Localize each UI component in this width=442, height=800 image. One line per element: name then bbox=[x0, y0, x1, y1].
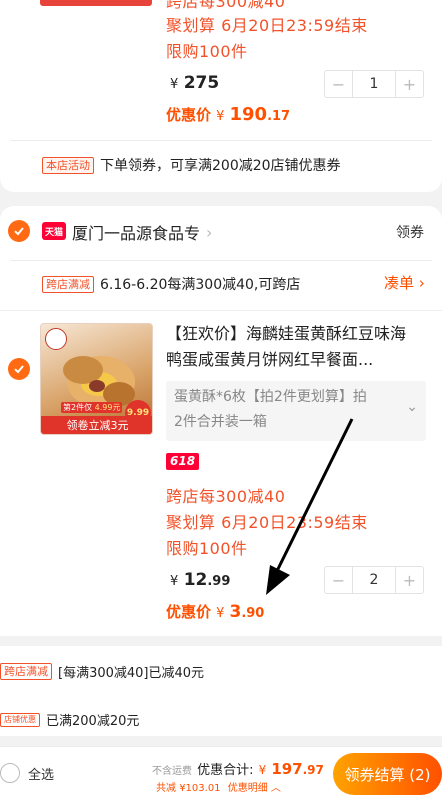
sku-text: 蛋黄酥*6枚【拍2件更划算】拍2件合并装一箱 bbox=[174, 389, 367, 430]
promo-cross-store: 跨店每300减40 bbox=[166, 487, 286, 506]
shipping-note: 不含运费 bbox=[152, 766, 192, 777]
discount-price: 优惠价 ¥ 190.17 bbox=[166, 104, 290, 125]
discount-label: 优惠价 bbox=[166, 603, 212, 621]
discount-int: 190 bbox=[229, 104, 268, 125]
select-all-label: 全选 bbox=[28, 767, 55, 783]
checkmark-icon bbox=[14, 365, 24, 374]
thumb-second-label: 第2件仅 bbox=[63, 403, 93, 412]
discount-dec: .90 bbox=[241, 606, 265, 621]
total-int: 197 bbox=[271, 760, 303, 778]
store-activity-tag: 本店活动 bbox=[42, 156, 94, 174]
item-checkbox[interactable] bbox=[8, 358, 30, 380]
store-activity-text: 下单领券，可享满200减20店铺优惠券 bbox=[100, 158, 341, 174]
divider bbox=[10, 140, 432, 141]
tmall-badge-text: 天猫 bbox=[44, 227, 63, 238]
purchase-limit: 限购100件 bbox=[166, 539, 248, 558]
total-row: 不含运费 优惠合计: ¥ 197.97 bbox=[152, 759, 324, 778]
discount-symbol: ¥ bbox=[216, 606, 225, 621]
select-all-checkbox[interactable] bbox=[0, 763, 20, 783]
store-coupon-link[interactable]: 领券 bbox=[396, 222, 424, 242]
quantity-stepper[interactable]: − 2 + bbox=[324, 566, 424, 594]
summary-store-text: 已满200减20元 bbox=[46, 714, 140, 729]
discount-detail-link[interactable]: 共减 ¥103.01 优惠明细 ︿ bbox=[156, 779, 281, 794]
discount-symbol: ¥ bbox=[216, 109, 225, 124]
add-on-label: 凑单 bbox=[384, 274, 415, 292]
discount-price: 优惠价 ¥ 3.90 bbox=[166, 601, 264, 622]
summary-cross-store-text: [每满300减40]已减40元 bbox=[58, 666, 205, 681]
product-title[interactable]: 【狂欢价】海麟娃蛋黄酥红豆味海鸭蛋咸蛋黄月饼网红早餐面... bbox=[166, 321, 420, 373]
saved-label: 共减 bbox=[156, 783, 176, 794]
thumb-coupon-strip: 领卷立减3元 bbox=[41, 416, 152, 434]
price-int: 12 bbox=[183, 570, 208, 590]
store-name: 厦门一品源食品专 bbox=[72, 224, 201, 243]
checkout-label: 领券结算 (2) bbox=[344, 765, 431, 784]
quantity-value[interactable]: 1 bbox=[352, 71, 396, 97]
select-all[interactable]: 全选 bbox=[0, 763, 54, 783]
chevron-up-icon: ︿ bbox=[270, 783, 281, 794]
promo-cross-store: 跨店每300减40 bbox=[166, 0, 286, 11]
cart-item-2: 第2件仅 4.99元 9.99 领卷立减3元 【狂欢价】海麟娃蛋黄酥红豆味海鸭蛋… bbox=[0, 311, 442, 636]
thumb-second-price: 4.99元 bbox=[94, 403, 121, 412]
detail-link-label: 优惠明细 bbox=[227, 783, 268, 794]
summary-cross-store-row: 跨店满减 [每满300减40]已减40元 bbox=[0, 662, 204, 681]
discount-summary: 跨店满减 [每满300减40]已减40元 店铺优惠 已满200减20元 bbox=[0, 646, 442, 736]
summary-store-tag: 店铺优惠 bbox=[0, 712, 40, 727]
store-checkbox[interactable] bbox=[8, 220, 30, 242]
decrease-button[interactable]: − bbox=[325, 71, 352, 97]
thumb-second-promo: 第2件仅 4.99元 bbox=[61, 402, 123, 413]
saved-value: ¥103.01 bbox=[179, 783, 221, 794]
divider bbox=[10, 260, 432, 261]
purchase-limit: 限购100件 bbox=[166, 42, 248, 61]
cross-store-row: 跨店满减 6.16-6.20每满300减40,可跨店 bbox=[42, 274, 300, 294]
brand-logo bbox=[45, 328, 67, 350]
price-symbol: ¥ bbox=[170, 77, 179, 92]
store-name-link[interactable]: 厦门一品源食品专 › bbox=[72, 220, 212, 244]
discount-label: 优惠价 bbox=[166, 106, 212, 124]
badge-618-text: 618 bbox=[170, 454, 196, 468]
discount-dec: .17 bbox=[267, 109, 291, 124]
quantity-value[interactable]: 2 bbox=[352, 567, 396, 593]
summary-cross-store-tag: 跨店满减 bbox=[0, 663, 52, 680]
sku-selector[interactable]: 蛋黄酥*6枚【拍2件更划算】拍2件合并装一箱 ⌄ bbox=[166, 381, 426, 441]
checkmark-icon bbox=[14, 227, 24, 236]
price-dec: .99 bbox=[207, 574, 231, 589]
thumb-coupon-text: 领卷立减3元 bbox=[66, 419, 129, 432]
price-value: 275 bbox=[183, 73, 220, 93]
cart-card-item-1: 跨店每300减40 聚划算 6月20日23:59结束 限购100件 ¥ 275 … bbox=[0, 0, 442, 192]
total-symbol: ¥ bbox=[258, 763, 267, 777]
total-label: 优惠合计: bbox=[197, 763, 254, 778]
item-price: ¥ 12.99 bbox=[170, 570, 230, 590]
promo-deadline: 聚划算 6月20日23:59结束 bbox=[166, 513, 368, 532]
chevron-down-icon: ⌄ bbox=[406, 399, 418, 415]
item-price: ¥ 275 bbox=[170, 73, 219, 93]
promo-deadline: 聚划算 6月20日23:59结束 bbox=[166, 16, 368, 35]
store-activity-row[interactable]: 本店活动 下单领券，可享满200减20店铺优惠券 bbox=[42, 155, 341, 175]
chevron-right-icon: › bbox=[414, 274, 425, 292]
badge-618: 618 bbox=[166, 453, 200, 470]
tmall-badge: 天猫 bbox=[42, 222, 66, 240]
total-dec: .97 bbox=[302, 763, 324, 777]
chevron-right-icon: › bbox=[206, 222, 213, 242]
cross-store-text: 6.16-6.20每满300减40,可跨店 bbox=[100, 277, 301, 293]
add-on-link[interactable]: 凑单 › bbox=[384, 272, 425, 293]
quantity-stepper[interactable]: − 1 + bbox=[324, 70, 424, 98]
product-thumbnail[interactable]: 第2件仅 4.99元 9.99 领卷立减3元 bbox=[40, 323, 153, 435]
decrease-button[interactable]: − bbox=[325, 567, 352, 593]
increase-button[interactable]: + bbox=[396, 71, 423, 97]
increase-button[interactable]: + bbox=[396, 567, 423, 593]
summary-store-row: 店铺优惠 已满200减20元 bbox=[0, 710, 139, 729]
cross-store-tag: 跨店满减 bbox=[42, 275, 94, 293]
price-symbol: ¥ bbox=[170, 574, 179, 589]
checkout-button[interactable]: 领券结算 (2) bbox=[333, 753, 442, 795]
bottom-bar: 全选 不含运费 优惠合计: ¥ 197.97 共减 ¥103.01 优惠明细 ︿… bbox=[0, 746, 442, 800]
product-thumbnail-partial[interactable] bbox=[40, 0, 152, 6]
discount-int: 3 bbox=[229, 602, 242, 622]
